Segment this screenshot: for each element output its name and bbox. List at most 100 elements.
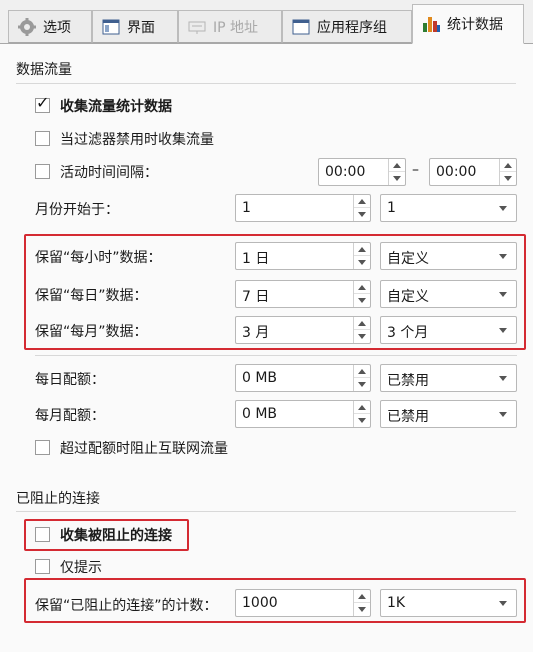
- month-start-spinbox[interactable]: 1: [235, 194, 371, 222]
- keep-hourly-dropdown[interactable]: 自定义: [380, 242, 517, 270]
- keep-hourly-value: 1 日: [242, 251, 270, 267]
- checkmark-icon: ✓: [36, 93, 50, 112]
- daily-quota-label: 每日配额：: [35, 372, 105, 388]
- keep-daily-spin-buttons: [353, 281, 370, 307]
- spin-up-button[interactable]: [354, 243, 370, 256]
- keep-daily-value: 7 日: [242, 289, 270, 305]
- spin-up-button[interactable]: [354, 401, 370, 414]
- tab-options-label: 选项: [43, 19, 71, 36]
- window-icon: [101, 17, 121, 37]
- spin-up-button[interactable]: [389, 159, 405, 172]
- bar-chart-icon: [421, 14, 441, 34]
- spin-down-button[interactable]: [354, 330, 370, 343]
- keep-hourly-option: 自定义: [387, 251, 429, 267]
- chevron-down-icon: [499, 292, 507, 297]
- spin-up-button[interactable]: [354, 281, 370, 294]
- monthly-quota-label: 每月配额：: [35, 408, 105, 424]
- active-interval-label: 活动时间间隔：: [60, 165, 158, 181]
- traffic-group-title: 数据流量: [16, 62, 72, 78]
- gear-icon: [17, 17, 37, 37]
- spin-up-button[interactable]: [354, 590, 370, 603]
- collect-when-filter-disabled-label: 当过滤器禁用时收集流量: [60, 132, 214, 148]
- monthly-quota-value: 0 MB: [242, 406, 278, 422]
- active-interval-checkbox[interactable]: [35, 164, 50, 179]
- chevron-down-icon: [499, 376, 507, 381]
- interval-start-value: 00:00: [325, 164, 366, 180]
- spin-up-button[interactable]: [354, 195, 370, 208]
- keep-hourly-spinbox[interactable]: 1 日: [235, 242, 371, 270]
- keep-monthly-spin-buttons: [353, 317, 370, 343]
- collect-blocked-checkbox[interactable]: [35, 527, 50, 542]
- network-icon: [187, 17, 207, 37]
- blocked-divider: [16, 511, 516, 512]
- month-start-value: 1: [242, 200, 251, 216]
- chevron-down-icon: [499, 601, 507, 606]
- daily-quota-value: 0 MB: [242, 370, 278, 386]
- tab-interface[interactable]: 界面: [92, 10, 178, 43]
- quota-divider: [35, 355, 517, 356]
- chevron-down-icon: [499, 254, 507, 259]
- keep-monthly-value: 3 月: [242, 325, 270, 341]
- month-start-option: 1: [387, 200, 396, 216]
- spin-up-button[interactable]: [500, 159, 516, 172]
- tab-interface-label: 界面: [127, 19, 155, 36]
- tab-ip-address[interactable]: IP 地址: [178, 10, 282, 43]
- spin-up-button[interactable]: [354, 317, 370, 330]
- spin-down-button[interactable]: [354, 603, 370, 616]
- collect-when-filter-disabled-checkbox[interactable]: [35, 131, 50, 146]
- daily-quota-dropdown[interactable]: 已禁用: [380, 364, 517, 392]
- tab-app-groups[interactable]: 应用程序组: [282, 10, 412, 43]
- monthly-quota-option: 已禁用: [387, 409, 429, 425]
- daily-quota-spin-buttons: [353, 365, 370, 391]
- keep-hourly-label: 保留“每小时”数据：: [35, 250, 162, 266]
- statistics-panel: 数据流量 ✓ 收集流量统计数据 当过滤器禁用时收集流量 活动时间间隔： 00:0…: [0, 43, 533, 652]
- interval-end-value: 00:00: [436, 164, 477, 180]
- spin-down-button[interactable]: [500, 172, 516, 185]
- chevron-down-icon: [499, 412, 507, 417]
- block-over-quota-checkbox[interactable]: [35, 440, 50, 455]
- tab-statistics-label: 统计数据: [447, 17, 503, 33]
- keep-count-label: 保留“已阻止的连接”的计数：: [35, 598, 218, 614]
- month-start-dropdown[interactable]: 1: [380, 194, 517, 222]
- keep-monthly-spinbox[interactable]: 3 月: [235, 316, 371, 344]
- keep-daily-dropdown[interactable]: 自定义: [380, 280, 517, 308]
- app-group-icon: [291, 17, 311, 37]
- spin-down-button[interactable]: [354, 378, 370, 391]
- tab-bar: 选项 界面 IP 地址 应用程序组 统计数据: [0, 0, 533, 44]
- monthly-quota-dropdown[interactable]: 已禁用: [380, 400, 517, 428]
- collect-stats-checkbox[interactable]: ✓: [35, 93, 50, 113]
- keep-daily-spinbox[interactable]: 7 日: [235, 280, 371, 308]
- keep-daily-option: 自定义: [387, 289, 429, 305]
- keep-count-spin-buttons: [353, 590, 370, 616]
- tab-statistics[interactable]: 统计数据: [412, 4, 524, 44]
- block-over-quota-label: 超过配额时阻止互联网流量: [60, 441, 228, 457]
- interval-start-spinbox[interactable]: 00:00: [318, 158, 406, 186]
- interval-end-spin-buttons: [499, 159, 516, 185]
- notify-only-checkbox[interactable]: [35, 559, 50, 574]
- spin-down-button[interactable]: [354, 294, 370, 307]
- keep-count-dropdown[interactable]: 1K: [380, 589, 517, 617]
- collect-stats-label: 收集流量统计数据: [60, 99, 172, 115]
- monthly-quota-spinbox[interactable]: 0 MB: [235, 400, 371, 428]
- keep-count-option: 1K: [387, 595, 406, 611]
- daily-quota-spinbox[interactable]: 0 MB: [235, 364, 371, 392]
- spin-up-button[interactable]: [354, 365, 370, 378]
- notify-only-label: 仅提示: [60, 560, 102, 576]
- keep-monthly-dropdown[interactable]: 3 个月: [380, 316, 517, 344]
- spin-down-button[interactable]: [354, 256, 370, 269]
- chevron-down-icon: [499, 328, 507, 333]
- blocked-group-title: 已阻止的连接: [16, 491, 100, 507]
- spin-down-button[interactable]: [354, 208, 370, 221]
- keep-monthly-label: 保留“每月”数据：: [35, 324, 148, 340]
- month-start-label: 月份开始于：: [35, 202, 119, 218]
- tab-options[interactable]: 选项: [8, 10, 92, 43]
- spin-down-button[interactable]: [389, 172, 405, 185]
- interval-end-spinbox[interactable]: 00:00: [429, 158, 517, 186]
- keep-count-spinbox[interactable]: 1000: [235, 589, 371, 617]
- monthly-quota-spin-buttons: [353, 401, 370, 427]
- interval-start-spin-buttons: [388, 159, 405, 185]
- keep-monthly-option: 3 个月: [387, 325, 429, 341]
- spin-down-button[interactable]: [354, 414, 370, 427]
- tab-app-groups-label: 应用程序组: [317, 19, 387, 36]
- interval-dash: –: [412, 162, 419, 178]
